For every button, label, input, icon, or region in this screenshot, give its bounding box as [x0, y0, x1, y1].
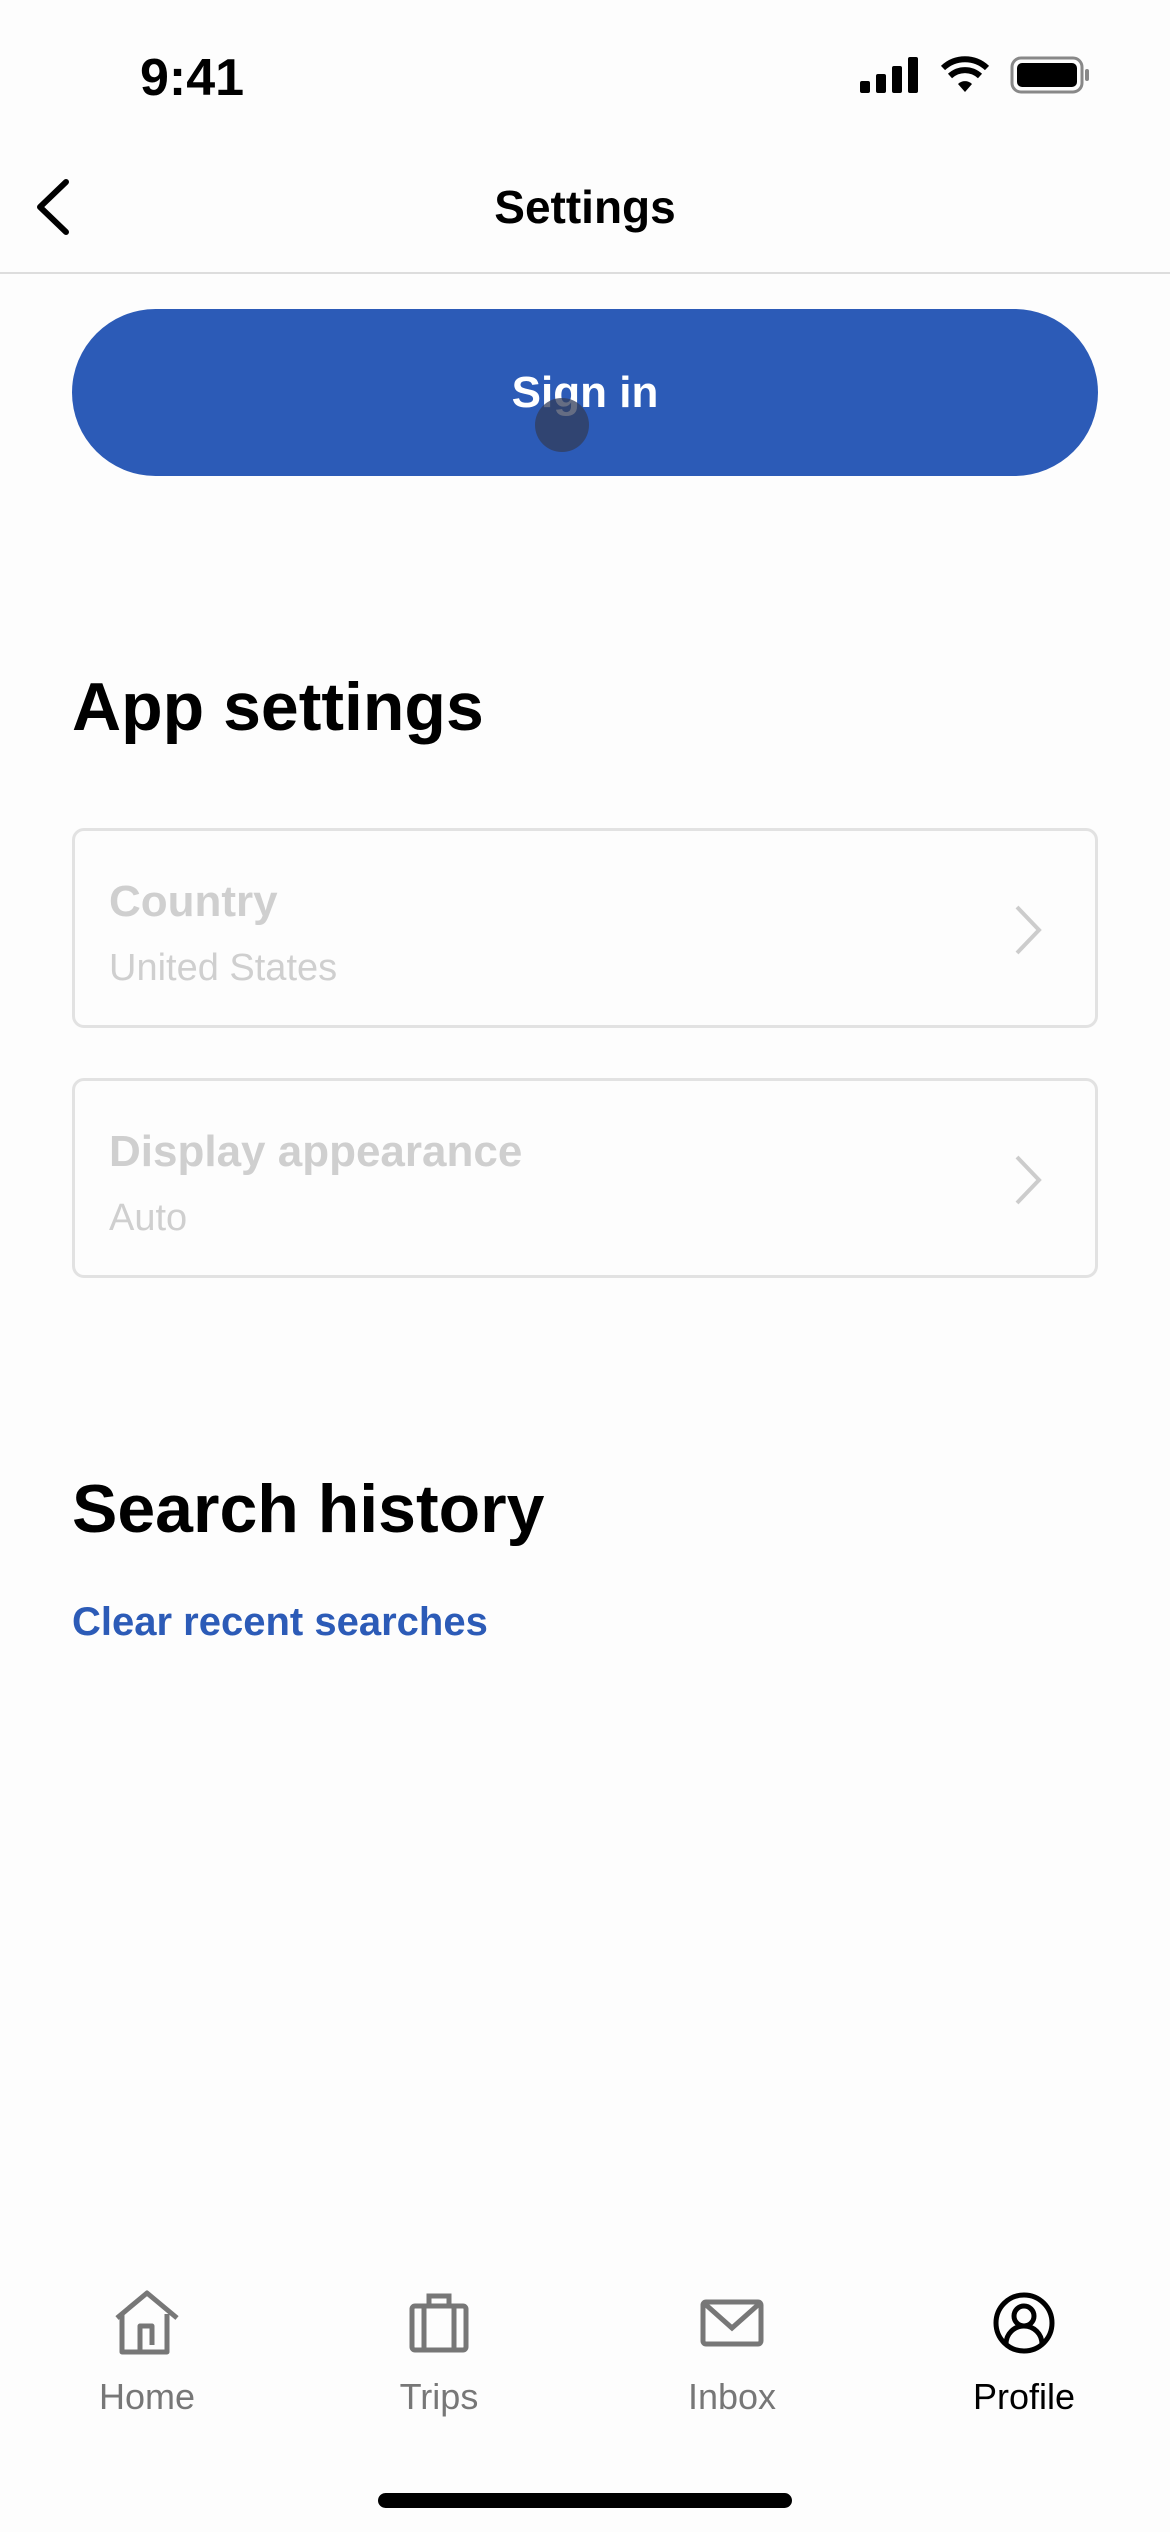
battery-icon [1010, 56, 1089, 94]
tab-label: Home [98, 2376, 196, 2417]
touch-indicator [535, 398, 589, 452]
tab-label: Trips [399, 2376, 479, 2417]
tab-label: Inbox [687, 2376, 777, 2417]
app-settings-heading: App settings [72, 669, 484, 745]
setting-title: Country [109, 877, 278, 926]
home-indicator [378, 2493, 792, 2508]
page-title: Settings [494, 181, 676, 233]
signal-icon [860, 57, 918, 93]
tab-inbox[interactable]: Inbox [632, 2290, 832, 2418]
setting-value: Auto [109, 1197, 188, 1239]
wifi-icon [940, 56, 990, 92]
suitcase-icon [409, 2293, 469, 2353]
sign-in-button[interactable]: Sign in [72, 309, 1098, 476]
chevron-right-icon [1015, 905, 1042, 955]
tab-label: Profile [972, 2376, 1076, 2417]
country-setting[interactable]: Country United States [72, 828, 1098, 1028]
setting-value: United States [109, 947, 338, 989]
search-history-heading: Search history [72, 1471, 545, 1547]
tab-home[interactable]: Home [47, 2290, 247, 2418]
home-icon [115, 2290, 179, 2355]
header-divider [0, 272, 1170, 274]
status-time: 9:41 [140, 49, 245, 107]
profile-icon [993, 2292, 1055, 2354]
tab-trips[interactable]: Trips [339, 2290, 539, 2418]
chevron-right-icon [1015, 1155, 1042, 1205]
setting-title: Display appearance [109, 1127, 523, 1176]
display-appearance-setting[interactable]: Display appearance Auto [72, 1078, 1098, 1278]
tab-profile[interactable]: Profile [924, 2290, 1124, 2418]
mail-icon [700, 2299, 764, 2347]
status-icons [860, 56, 1090, 94]
clear-recent-searches-link[interactable]: Clear recent searches [72, 1600, 488, 1645]
